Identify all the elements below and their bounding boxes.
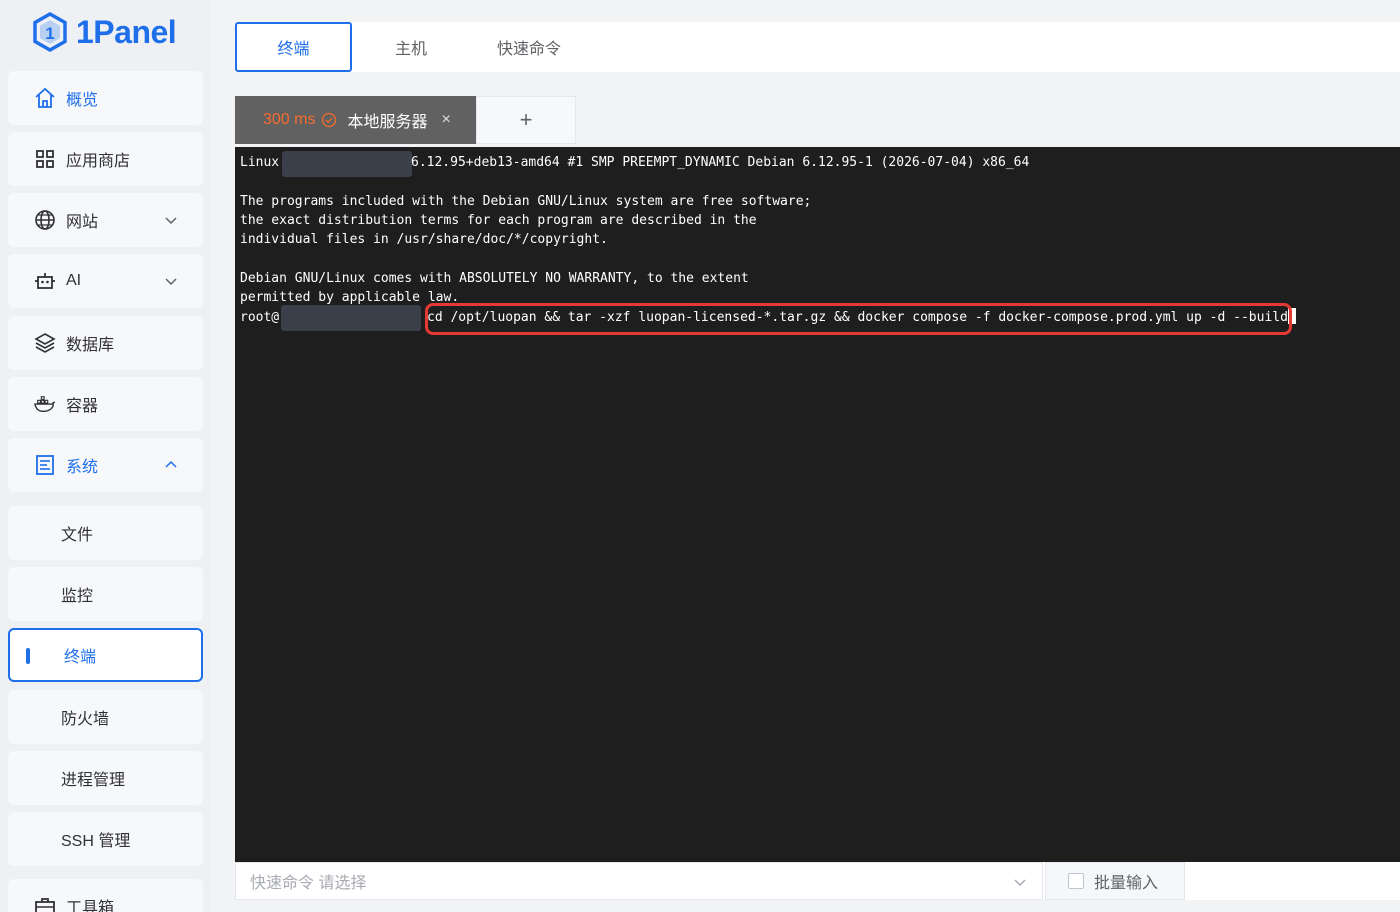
logo-text: 1Panel: [76, 13, 177, 50]
tab-host[interactable]: 主机: [370, 22, 452, 72]
sidebar-item-container[interactable]: 容器: [8, 377, 203, 431]
sidebar-item-database[interactable]: 数据库: [8, 316, 203, 370]
chevron-down-icon: [165, 278, 177, 286]
svg-text:1: 1: [45, 24, 54, 43]
batch-input-toggle[interactable]: 批量输入: [1045, 862, 1185, 900]
terminal-line: the exact distribution terms for each pr…: [240, 213, 757, 228]
redacted-hostname: [281, 305, 421, 331]
check-circle-icon: [322, 112, 337, 128]
sidebar-subitem-label: 监控: [61, 588, 94, 605]
sidebar-subitem-terminal[interactable]: 终端: [8, 628, 203, 682]
sidebar-item-label: AI: [66, 272, 82, 289]
toolbox-icon: [34, 895, 56, 912]
terminal-line: Linux: [240, 155, 280, 170]
sidebar-item-label: 容器: [66, 398, 99, 415]
app-logo[interactable]: 1 1Panel: [32, 10, 177, 54]
chevron-down-icon: [1014, 879, 1026, 887]
docker-icon: [34, 393, 56, 415]
sidebar-subitem-ssh[interactable]: SSH 管理: [8, 812, 203, 866]
terminal-line: 6.12.95+deb13-amd64 #1 SMP PREEMPT_DYNAM…: [411, 155, 1030, 170]
sidebar-item-label: 工具箱: [66, 900, 115, 912]
batch-input-checkbox[interactable]: [1068, 873, 1084, 889]
latency-text: 300 ms: [263, 111, 316, 128]
sidebar-subitem-process[interactable]: 进程管理: [8, 751, 203, 805]
sidebar-item-system[interactable]: 系统: [8, 438, 203, 492]
quick-command-placeholder: 快速命令 请选择: [250, 875, 367, 892]
server-name: 本地服务器: [347, 114, 428, 131]
grid-icon: [34, 148, 56, 170]
sidebar-item-website[interactable]: 网站: [8, 193, 203, 247]
sidebar-subitem-monitor[interactable]: 监控: [8, 567, 203, 621]
terminal-output[interactable]: Linux 6.12.95+deb13-amd64 #1 SMP PREEMPT…: [235, 147, 1400, 862]
sidebar-subitem-label: 防火墙: [61, 711, 110, 728]
top-tab-bar: 终端 主机 快速命令: [235, 22, 1400, 72]
add-session-button[interactable]: +: [476, 96, 576, 144]
highlight-box: [425, 303, 1292, 335]
sidebar-item-ai[interactable]: AI: [8, 254, 203, 308]
quick-command-select[interactable]: 快速命令 请选择: [235, 862, 1043, 900]
sidebar-item-label: 概览: [66, 92, 99, 109]
sidebar-subitem-files[interactable]: 文件: [8, 506, 203, 560]
terminal-line: individual files in /usr/share/doc/*/cop…: [240, 232, 608, 247]
server-icon: [34, 454, 56, 476]
sidebar-subitem-label: 进程管理: [61, 772, 126, 789]
sidebar-item-label: 数据库: [66, 337, 115, 354]
home-icon: [34, 87, 56, 109]
sidebar-item-toolbox[interactable]: 工具箱: [8, 879, 203, 912]
chevron-down-icon: [165, 217, 177, 225]
layers-icon: [34, 332, 56, 354]
sidebar-subitem-label: 终端: [64, 649, 97, 666]
globe-icon: [34, 209, 56, 231]
terminal-line: The programs included with the Debian GN…: [240, 194, 812, 209]
robot-icon: [34, 270, 56, 292]
sidebar: 1 1Panel 概览 应用商店 网站 AI 数据库 容器 系统 文件 监控 终…: [0, 0, 211, 912]
batch-input-label: 批量输入: [1094, 875, 1159, 892]
sidebar-subitem-label: 文件: [61, 527, 94, 544]
terminal-session-tabs: 300 ms 本地服务器 × +: [235, 96, 1400, 144]
chevron-up-icon: [165, 460, 177, 468]
redacted-hostname: [282, 151, 412, 177]
sidebar-subitem-firewall[interactable]: 防火墙: [8, 690, 203, 744]
sidebar-item-label: 应用商店: [66, 153, 131, 170]
logo-icon: 1: [33, 12, 67, 52]
sidebar-item-label: 网站: [66, 214, 99, 231]
terminal-prompt: root@: [240, 310, 280, 325]
tab-quick-command[interactable]: 快速命令: [485, 22, 573, 72]
sidebar-item-app-store[interactable]: 应用商店: [8, 132, 203, 186]
sidebar-item-label: 系统: [66, 459, 99, 476]
sidebar-item-overview[interactable]: 概览: [8, 71, 203, 125]
terminal-line: Debian GNU/Linux comes with ABSOLUTELY N…: [240, 271, 749, 286]
close-icon[interactable]: ×: [441, 111, 450, 129]
active-indicator: [26, 648, 30, 664]
terminal-bottom-bar: 快速命令 请选择 批量输入: [235, 862, 1400, 900]
sidebar-subitem-label: SSH 管理: [61, 833, 131, 850]
terminal-session-tab[interactable]: 300 ms 本地服务器 ×: [235, 96, 476, 144]
tab-terminal[interactable]: 终端: [235, 22, 352, 72]
